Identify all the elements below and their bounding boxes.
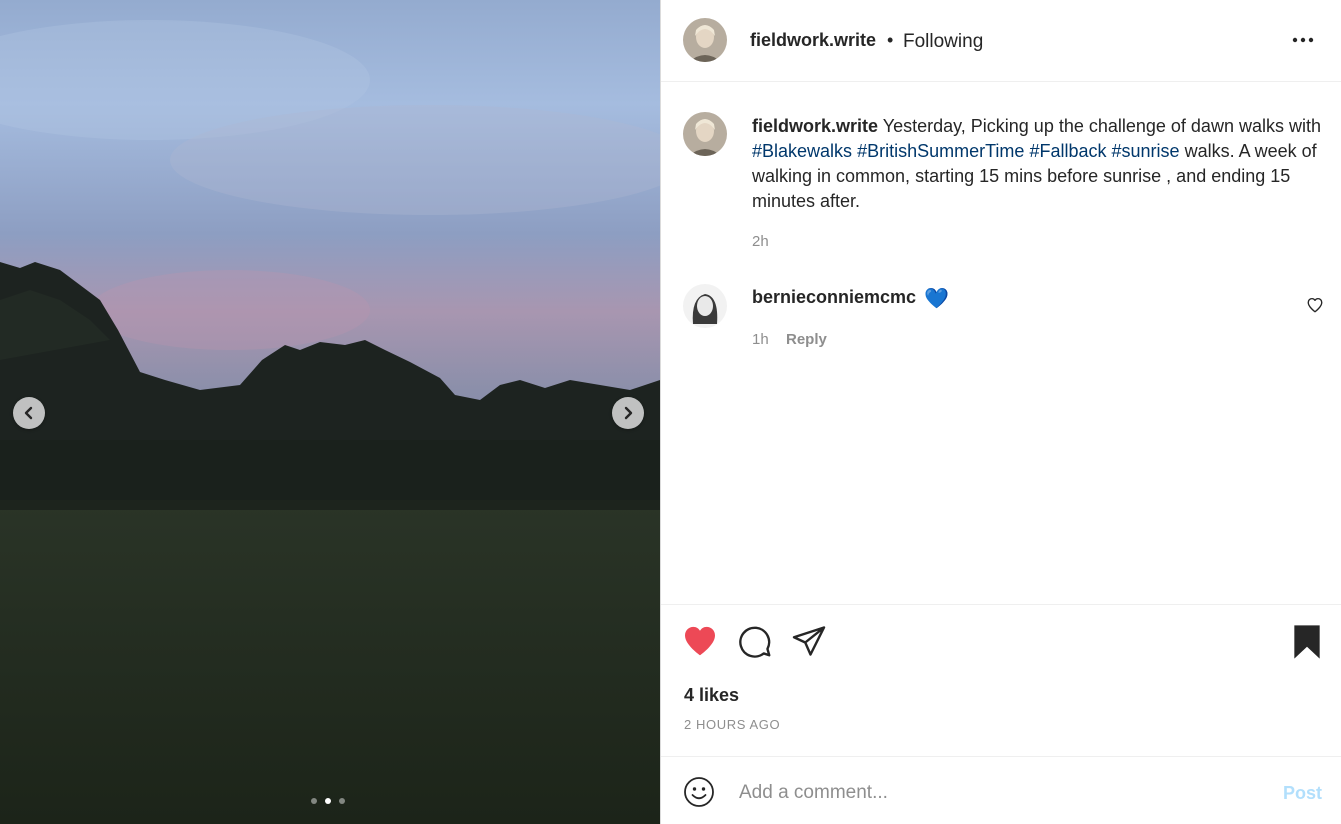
post-photo[interactable]	[0, 0, 660, 824]
photo-scene	[0, 0, 660, 824]
carousel-dot-active	[325, 798, 331, 804]
post-timestamp: 2 HOURS AGO	[684, 717, 781, 732]
hashtag-link[interactable]: #Fallback	[1029, 141, 1106, 161]
follow-separator: •	[887, 30, 894, 50]
commenter-username[interactable]: bernieconniemcmc	[752, 287, 916, 308]
commenter-avatar[interactable]	[683, 284, 727, 328]
author-avatar-image	[683, 18, 727, 62]
comment-text: 💙	[924, 288, 949, 310]
carousel-indicator	[311, 798, 345, 804]
smiley-icon[interactable]	[683, 776, 715, 808]
more-options-icon[interactable]	[1291, 30, 1315, 50]
carousel-dot	[339, 798, 345, 804]
hashtag-link[interactable]: #sunrise	[1112, 141, 1180, 161]
carousel-dot	[311, 798, 317, 804]
comment-icon[interactable]	[737, 623, 773, 659]
post-header: fieldwork.write • Following	[661, 0, 1341, 82]
hashtag-link[interactable]: #Blakewalks	[752, 141, 852, 161]
bookmark-icon[interactable]	[1288, 623, 1326, 661]
add-comment-section: Post	[661, 756, 1341, 824]
caption-time: 2h	[752, 233, 769, 250]
previous-slide-button[interactable]	[13, 397, 45, 429]
next-slide-button[interactable]	[612, 397, 644, 429]
following-button[interactable]: Following	[903, 31, 983, 53]
author-username[interactable]: fieldwork.write	[750, 30, 876, 51]
author-avatar[interactable]	[683, 18, 727, 62]
hashtag-link[interactable]: #BritishSummerTime	[857, 141, 1024, 161]
comment-like-icon[interactable]	[1306, 296, 1324, 314]
share-icon[interactable]	[791, 623, 827, 659]
caption-text: fieldwork.write Yesterday, Picking up th…	[752, 114, 1322, 214]
likes-count[interactable]: 4 likes	[684, 685, 739, 706]
post-comment-button[interactable]: Post	[1283, 783, 1322, 804]
chevron-left-icon	[24, 406, 33, 420]
post-details-panel: fieldwork.write • Following fieldwork.wr…	[660, 0, 1341, 824]
commenter-avatar-image	[683, 284, 727, 328]
comment-input[interactable]	[737, 777, 1261, 809]
comment-time: 1h	[752, 331, 769, 348]
caption-body-start: Yesterday, Picking up the challenge of d…	[882, 116, 1321, 136]
caption-avatar-image	[683, 112, 727, 156]
heart-icon[interactable]	[682, 623, 718, 659]
caption-username[interactable]: fieldwork.write	[752, 116, 878, 136]
chevron-right-icon	[624, 406, 633, 420]
reply-button[interactable]: Reply	[786, 331, 827, 348]
caption-avatar[interactable]	[683, 112, 727, 156]
post-actions: 4 likes 2 HOURS AGO	[661, 604, 1341, 756]
